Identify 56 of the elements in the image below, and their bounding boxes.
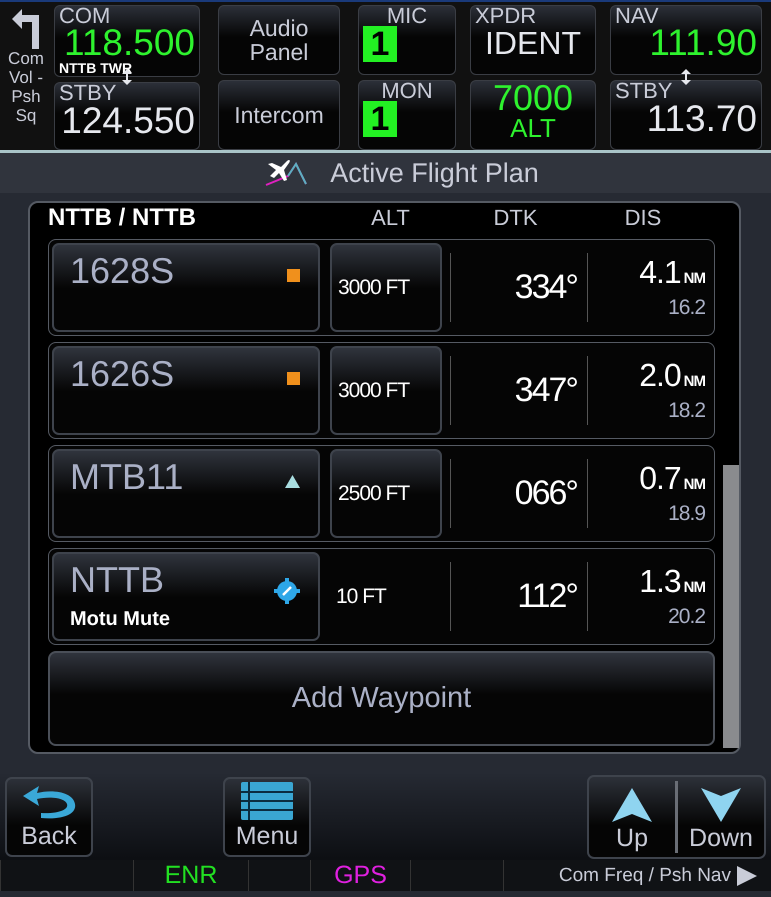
track-value: 066° <box>514 474 577 513</box>
flight-phase: ENR <box>164 861 218 890</box>
knob-hint: Com Freq / Psh Nav <box>558 864 731 886</box>
distance-value: 1.3 NM <box>639 564 705 601</box>
up-arrow-icon <box>612 788 652 822</box>
nav-standby-button[interactable]: STBY 113.70 <box>610 80 762 150</box>
back-arrow-icon <box>21 784 77 820</box>
page-title: Active Flight Plan <box>330 158 539 188</box>
altitude-button[interactable]: 2500 FT <box>330 449 442 538</box>
nav-source: GPS <box>334 861 387 890</box>
altitude-button[interactable]: 3000 FT <box>330 243 442 332</box>
nav-active-button[interactable]: NAV 111.90 <box>610 5 762 75</box>
menu-icon <box>241 782 293 820</box>
audio-button[interactable]: Audio Panel <box>218 5 340 75</box>
column-header: ALT <box>370 205 411 231</box>
swap-arrows-icon <box>680 69 692 85</box>
airport-icon <box>274 578 300 604</box>
distance-value: 2.0 NM <box>639 358 705 395</box>
track-value: 334° <box>514 268 577 307</box>
route-title: NTTB / NTTB <box>48 204 197 232</box>
xpdr-ident-button[interactable]: XPDR IDENT <box>470 5 596 75</box>
down-button[interactable]: Down <box>678 777 764 857</box>
turn-arrow-icon <box>12 9 40 49</box>
distance-value: 4.1 NM <box>639 255 705 292</box>
down-arrow-icon <box>701 788 741 822</box>
audio-channel-button[interactable]: MIC 1 <box>358 5 456 75</box>
back-button[interactable]: Back <box>5 777 93 857</box>
distance-value: 0.7 NM <box>639 461 705 498</box>
com-standby-button[interactable]: STBY 124.550 <box>54 82 200 150</box>
square-icon <box>287 269 300 282</box>
add-waypoint-button[interactable]: Add Waypoint <box>48 651 715 746</box>
audio-channel-button[interactable]: MON 1 <box>358 80 456 150</box>
cumulative-distance: 16.2 <box>668 296 705 320</box>
waypoint-button[interactable]: MTB11 <box>52 449 320 538</box>
column-header: DTK <box>492 205 538 231</box>
track-value: 347° <box>514 371 577 410</box>
knob-label: Com Vol - Psh Sq <box>7 49 45 125</box>
audio-button[interactable]: Intercom <box>218 80 340 150</box>
waypoint-button[interactable]: 1628S <box>52 243 320 332</box>
cumulative-distance: 20.2 <box>668 605 705 629</box>
cumulative-distance: 18.9 <box>668 502 705 526</box>
waypoint-button[interactable]: NTTB Motu Mute <box>52 552 320 641</box>
menu-button[interactable]: Menu <box>223 777 311 857</box>
altitude-button[interactable]: 3000 FT <box>330 346 442 435</box>
square-icon <box>287 372 300 385</box>
xpdr-code-button[interactable]: 7000 ALT <box>470 80 596 150</box>
play-icon <box>737 866 757 886</box>
column-header: DIS <box>624 205 662 231</box>
altitude-value: 10 FT <box>335 584 388 610</box>
scrollbar[interactable] <box>723 465 739 748</box>
waypoint-button[interactable]: 1626S <box>52 346 320 435</box>
up-button[interactable]: Up <box>589 777 675 857</box>
triangle-icon <box>285 475 300 488</box>
track-value: 112° <box>517 577 577 616</box>
com-active-button[interactable]: COM 118.500 NTTB TWR <box>54 5 200 77</box>
cumulative-distance: 18.2 <box>668 399 705 423</box>
